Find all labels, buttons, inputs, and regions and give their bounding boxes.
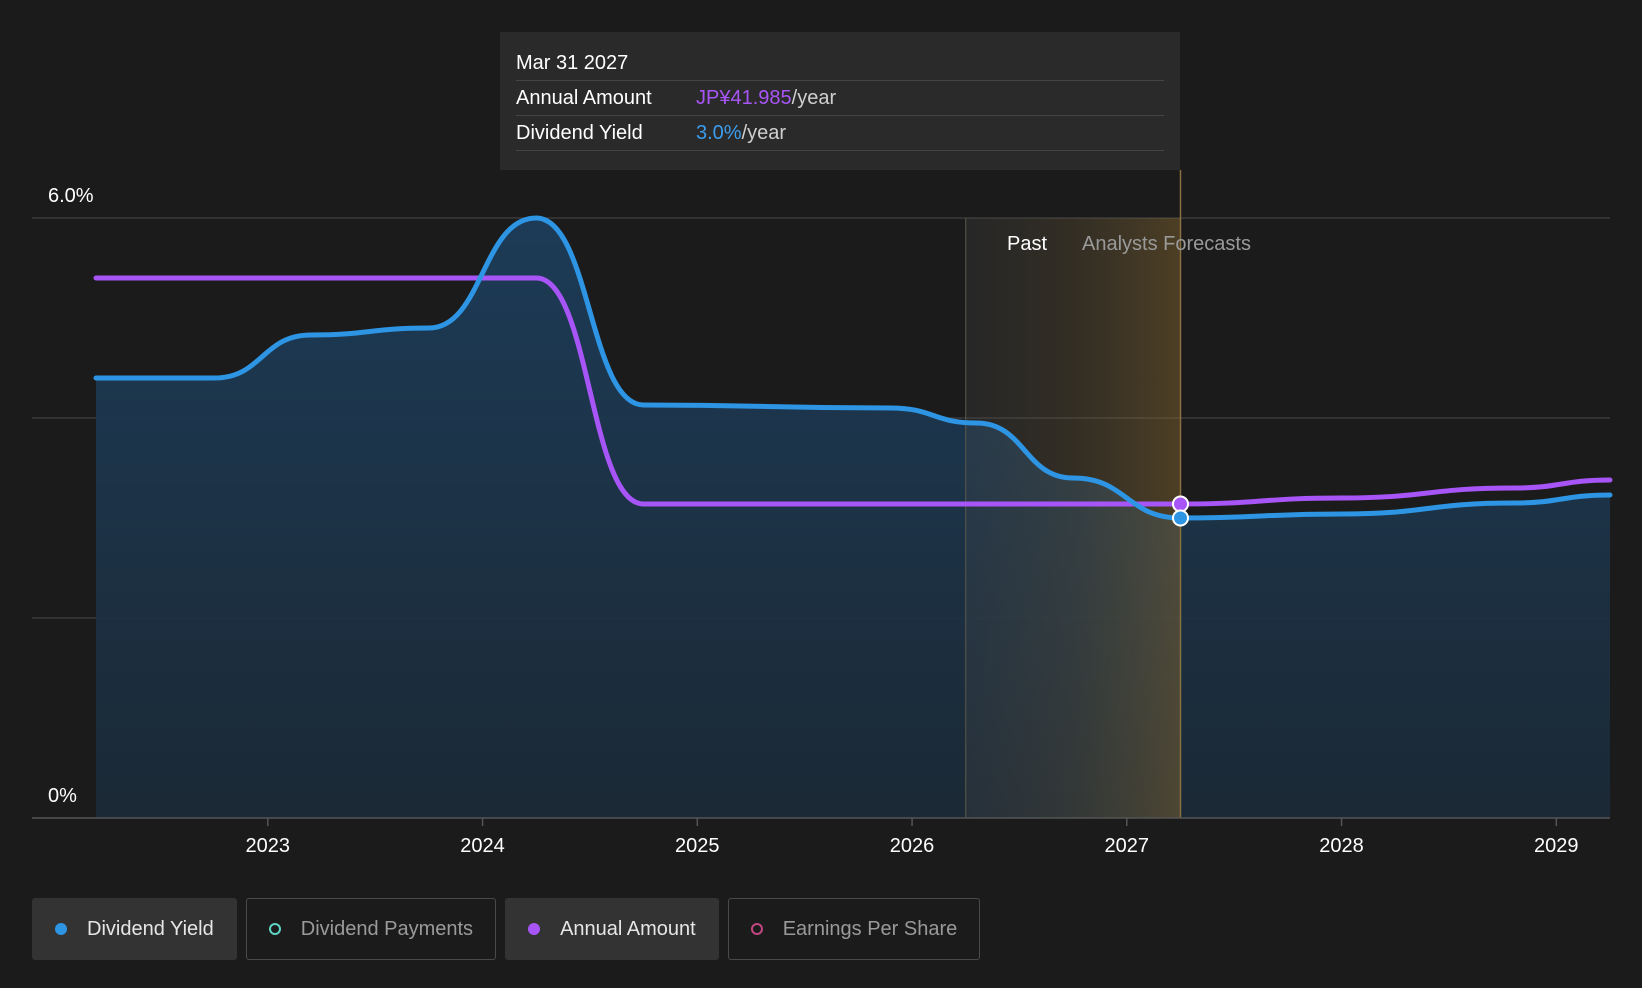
y-tick-label: 0% (48, 785, 77, 807)
legend-dot-icon (750, 923, 763, 935)
legend-item-earnings-per-share[interactable]: Earnings Per Share (727, 898, 981, 960)
legend-label: Annual Amount (560, 917, 696, 940)
legend: Dividend Yield Dividend Payments Annual … (32, 898, 981, 960)
yield-area (96, 218, 1610, 818)
tooltip-value: 3.0% (696, 122, 742, 144)
yield-area-fill (96, 218, 1610, 818)
past-label: Past (1007, 233, 1047, 255)
tooltip-date: Mar 31 2027 (516, 46, 1164, 81)
y-tick-label: 6.0% (48, 185, 94, 207)
x-tick-label: 2025 (675, 835, 720, 857)
x-tick-label: 2024 (460, 835, 505, 857)
tooltip-suffix: /year (791, 87, 837, 109)
tooltip-row-annual-amount: Annual Amount JP¥41.985 /year (516, 81, 1164, 116)
x-tick-label: 2027 (1105, 835, 1150, 857)
tooltip-label: Annual Amount (516, 87, 652, 109)
forecast-label: Analysts Forecasts (1082, 233, 1251, 255)
legend-dot-icon (268, 923, 281, 935)
x-tick-label: 2023 (246, 835, 291, 857)
legend-item-annual-amount[interactable]: Annual Amount (505, 898, 719, 960)
x-tick-label: 2026 (890, 835, 935, 857)
tooltip-label: Dividend Yield (516, 122, 643, 144)
tooltip-suffix: /year (741, 122, 787, 144)
x-tick-label: 2029 (1534, 835, 1579, 857)
dividend-yield-marker (1171, 509, 1189, 527)
tooltip: Mar 31 2027 Annual Amount JP¥41.985 /yea… (500, 32, 1180, 170)
tooltip-row-dividend-yield: Dividend Yield 3.0% /year (516, 116, 1164, 151)
x-tick-label: 2028 (1319, 835, 1364, 857)
annual-amount-marker (1171, 495, 1189, 513)
legend-label: Earnings Per Share (782, 917, 958, 940)
legend-item-dividend-payments[interactable]: Dividend Payments (245, 898, 497, 960)
past-region (965, 170, 1182, 818)
legend-item-dividend-yield[interactable]: Dividend Yield (32, 898, 237, 960)
tooltip-value: JP¥41.985 (696, 87, 792, 109)
legend-dot-icon (528, 923, 541, 935)
legend-dot-icon (55, 923, 67, 935)
legend-label: Dividend Payments (300, 917, 474, 940)
past-region-band (965, 218, 1181, 818)
legend-label: Dividend Yield (87, 917, 214, 940)
